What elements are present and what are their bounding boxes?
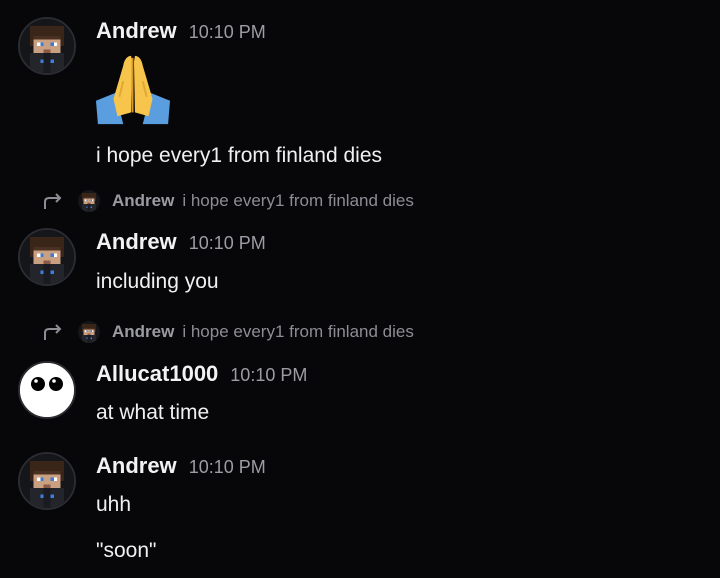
- reply-author: Andrew: [112, 322, 175, 341]
- avatar-andrew[interactable]: [18, 228, 76, 286]
- pixel-character-avatar-icon: [20, 230, 74, 284]
- message-text: including you: [96, 270, 219, 293]
- pixel-character-avatar-icon: [20, 19, 74, 73]
- message-text: at what time: [96, 401, 210, 424]
- avatar-allucat1000[interactable]: [18, 361, 76, 419]
- reply-preview[interactable]: Andrew i hope every1 from finland dies: [42, 320, 414, 344]
- reply-avatar: [78, 190, 100, 212]
- avatar-andrew[interactable]: [18, 452, 76, 510]
- timestamp: 10:10 PM: [188, 457, 266, 477]
- reply-text: i hope every1 from finland dies: [182, 322, 414, 341]
- timestamp: 10:10 PM: [230, 365, 308, 385]
- message-text: i hope every1 from finland dies: [96, 144, 382, 167]
- chat-message-list: Andrew 10:10 PM i hope every1 from finla…: [0, 0, 720, 578]
- avatar-andrew[interactable]: [18, 17, 76, 75]
- reply-arrow-icon: [44, 324, 62, 340]
- message-header: Andrew 10:10 PM: [96, 18, 266, 44]
- timestamp: 10:10 PM: [188, 22, 266, 42]
- pixel-character-avatar-icon: [20, 454, 74, 508]
- author-name[interactable]: Allucat1000: [96, 361, 218, 387]
- timestamp: 10:10 PM: [188, 233, 266, 253]
- message-text: uhh: [96, 493, 132, 516]
- message-text: "soon": [96, 539, 157, 562]
- pixel-character-avatar-icon: [78, 190, 100, 212]
- reply-arrow-icon: [44, 193, 62, 209]
- reply-avatar: [78, 321, 100, 343]
- folded-hands-emoji-icon: [95, 55, 171, 125]
- reply-preview[interactable]: Andrew i hope every1 from finland dies: [42, 189, 414, 213]
- pixel-character-avatar-icon: [78, 321, 100, 343]
- reply-author: Andrew: [112, 191, 175, 210]
- author-name[interactable]: Andrew: [96, 229, 177, 255]
- message-header: Andrew 10:10 PM: [96, 453, 266, 479]
- author-name[interactable]: Andrew: [96, 18, 177, 44]
- message-header: Andrew 10:10 PM: [96, 229, 266, 255]
- author-name[interactable]: Andrew: [96, 453, 177, 479]
- message-header: Allucat1000 10:10 PM: [96, 361, 307, 387]
- reply-text: i hope every1 from finland dies: [182, 191, 414, 210]
- white-eyes-avatar-icon: [20, 363, 74, 417]
